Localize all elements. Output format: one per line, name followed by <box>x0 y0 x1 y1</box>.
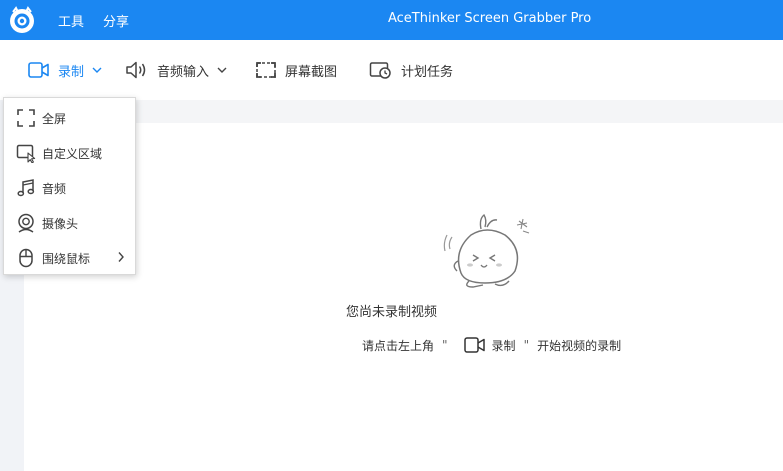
dropdown-item-label: 全屏 <box>42 112 67 126</box>
speaker-icon <box>126 61 146 79</box>
dropdown-item-around-mouse[interactable]: 围绕鼠标 <box>4 240 135 275</box>
menu-share[interactable]: 分享 <box>103 11 129 30</box>
webcam-icon <box>18 213 34 233</box>
audio-input-label: 音频输入 <box>157 64 210 80</box>
dropdown-item-label: 自定义区域 <box>42 147 103 161</box>
dropdown-item-label: 音频 <box>42 182 67 196</box>
dropdown-item-label: 摄像头 <box>42 217 79 231</box>
hint-record-label: 录制 <box>491 338 516 353</box>
app-logo-icon <box>10 6 34 33</box>
hint-suffix: 开始视频的录制 <box>537 338 622 353</box>
video-camera-icon <box>28 62 49 78</box>
title-bar: 工具 分享 AceThinker Screen Grabber Pro <box>0 0 783 40</box>
audio-input-button[interactable]: 音频输入 <box>125 58 227 82</box>
hint-quote-open: " <box>442 338 448 352</box>
dropdown-item-label: 围绕鼠标 <box>42 252 91 266</box>
schedule-button[interactable]: 计划任务 <box>369 58 453 82</box>
chevron-right-icon <box>118 252 124 262</box>
dropdown-item-audio[interactable]: 音频 <box>4 170 135 205</box>
chevron-down-icon[interactable] <box>92 66 102 74</box>
chevron-down-icon[interactable] <box>217 66 227 74</box>
fullscreen-icon <box>17 109 35 127</box>
app-title: AceThinker Screen Grabber Pro <box>388 11 592 26</box>
screenshot-button[interactable]: 屏幕截图 <box>255 58 337 82</box>
video-camera-icon <box>463 337 485 353</box>
custom-region-icon <box>16 144 36 163</box>
mouse-icon <box>19 248 33 268</box>
content-header-band <box>24 100 783 123</box>
screenshot-label: 屏幕截图 <box>285 64 338 80</box>
schedule-label: 计划任务 <box>401 64 454 80</box>
schedule-clock-icon <box>369 62 391 79</box>
record-button[interactable]: 录制 <box>28 58 102 82</box>
toolbar: 录制 音频输入 屏幕截图 计划任务 <box>0 40 783 100</box>
dropdown-item-webcam[interactable]: 摄像头 <box>4 205 135 240</box>
music-note-icon <box>17 179 35 197</box>
dropdown-item-custom-region[interactable]: 自定义区域 <box>4 135 135 170</box>
empty-state-hint: 请点击左上角 " 录制 " 开始视频的录制 <box>362 335 621 355</box>
hint-prefix: 请点击左上角 <box>362 338 435 353</box>
menu-tools[interactable]: 工具 <box>58 11 84 30</box>
empty-state-title: 您尚未录制视频 <box>345 305 437 320</box>
screenshot-icon <box>256 62 276 78</box>
empty-mascot-illustration <box>443 213 530 288</box>
record-label: 录制 <box>58 64 85 80</box>
dropdown-item-fullscreen[interactable]: 全屏 <box>4 100 135 135</box>
hint-quote-close: " <box>523 338 530 352</box>
record-mode-dropdown: 全屏 自定义区域 音频 摄像头 围绕鼠标 <box>3 97 136 275</box>
recordings-list-area <box>24 123 783 471</box>
